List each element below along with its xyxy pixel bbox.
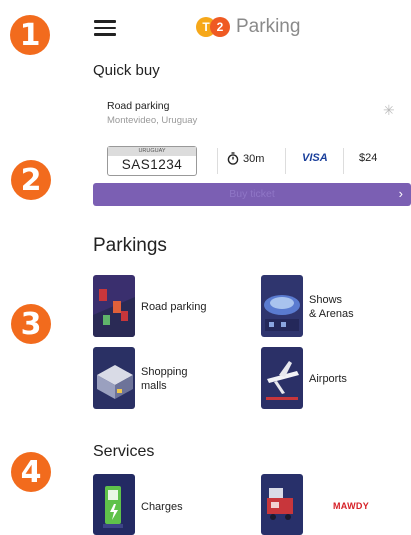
parking-label-shopping: Shopping malls bbox=[141, 366, 188, 392]
app-logo: T 2 Parking bbox=[196, 16, 300, 38]
step-badge-2: 2 bbox=[11, 160, 51, 200]
parking-tile-shows[interactable]: Shows & Arenas bbox=[261, 275, 381, 337]
service-tile-mawdy[interactable]: MAWDY bbox=[261, 474, 391, 535]
mawdy-logo: MAWDY bbox=[333, 501, 369, 511]
logo-2-circle: 2 bbox=[210, 17, 230, 37]
payment-method-visa[interactable]: VISA bbox=[302, 152, 328, 164]
road-parking-icon bbox=[93, 275, 135, 337]
duration-selector[interactable]: 30m bbox=[227, 152, 264, 165]
charger-icon bbox=[93, 474, 135, 535]
chevron-right-icon: › bbox=[398, 186, 403, 201]
buy-ticket-label: Buy ticket bbox=[229, 188, 275, 200]
stopwatch-icon bbox=[227, 152, 239, 165]
step-badge-4: 4 bbox=[11, 452, 51, 492]
quick-buy-city: Montevideo, Uruguay bbox=[107, 115, 198, 126]
airplane-icon bbox=[261, 347, 303, 409]
arena-icon bbox=[261, 275, 303, 337]
plate-country: URUGUAY bbox=[108, 147, 196, 156]
parking-tile-airports[interactable]: Airports bbox=[261, 347, 381, 409]
parking-label-airports: Airports bbox=[309, 373, 347, 385]
duration-value: 30m bbox=[243, 152, 265, 165]
app-title: Parking bbox=[236, 16, 301, 37]
step-badge-1: 1 bbox=[10, 15, 50, 55]
services-title: Services bbox=[93, 443, 155, 460]
divider bbox=[343, 148, 344, 174]
divider bbox=[217, 148, 218, 174]
shopping-mall-icon bbox=[93, 347, 135, 409]
parking-label-shows: Shows & Arenas bbox=[309, 294, 354, 320]
license-plate[interactable]: URUGUAY SAS1234 bbox=[107, 146, 197, 176]
divider bbox=[285, 148, 286, 174]
loading-spinner-icon: ✳ bbox=[383, 102, 395, 118]
plate-number: SAS1234 bbox=[121, 157, 183, 172]
tow-truck-icon bbox=[261, 474, 303, 535]
parkings-title: Parkings bbox=[93, 235, 167, 256]
step-badge-3: 3 bbox=[11, 304, 51, 344]
service-tile-charges[interactable]: Charges bbox=[93, 474, 223, 535]
ticket-price: $24 bbox=[359, 152, 378, 164]
quick-buy-title: Quick buy bbox=[93, 62, 160, 79]
buy-ticket-button[interactable]: Buy ticket › bbox=[93, 183, 411, 206]
parking-tile-shopping[interactable]: Shopping malls bbox=[93, 347, 223, 409]
menu-icon[interactable] bbox=[94, 20, 116, 36]
quick-buy-place: Road parking bbox=[107, 100, 170, 112]
service-label-charges: Charges bbox=[141, 501, 183, 513]
parking-tile-road[interactable]: Road parking bbox=[93, 275, 223, 337]
parking-label-road: Road parking bbox=[141, 301, 207, 313]
